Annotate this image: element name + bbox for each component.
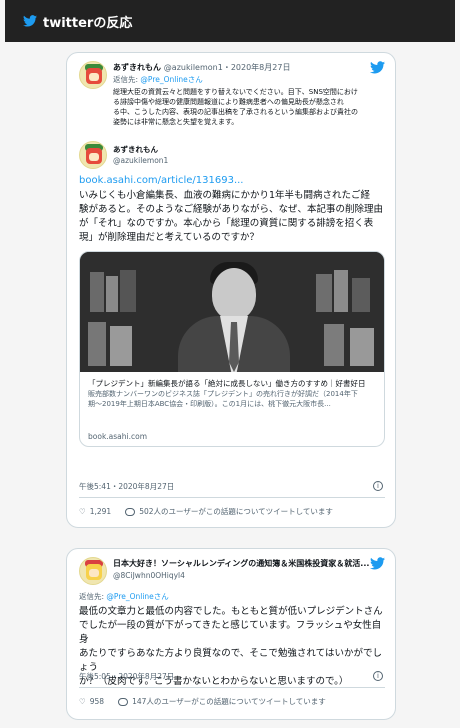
tweet-timestamp[interactable]: 午後5:41・2020年8月27日	[79, 481, 174, 492]
avatar[interactable]	[79, 141, 107, 169]
tweet-line: 最低の文章力と最低の内容でした。もともと質が低いプレジデントさん	[79, 606, 383, 617]
author-handle[interactable]: @azukilemon1	[113, 156, 168, 165]
card-image	[80, 252, 384, 372]
reply-to: 返信先: @Pre_Onlineさん	[113, 74, 203, 85]
reply-mention[interactable]: @Pre_Onlineさん	[140, 75, 202, 84]
quote-line: る誹謗中傷や総理の健康問題報道により難病患者への偏見助長が懸念され	[113, 98, 344, 106]
quote-line: る中、こうした内容、表現の記事出稿を了承されるという編集部および貴社の	[113, 108, 358, 116]
card-desc-line: 期〜2019年上期日本ABC協会・印刷版）。この1月には、桃下徹元大阪市長...	[88, 400, 331, 408]
tweet-line: 験があると。そのようなご経験がありながら、なぜ、本記事の削除理由	[79, 204, 384, 215]
conversation-link[interactable]: 502人のユーザーがこの話題についてツイートしています	[139, 506, 333, 517]
tweet-line: でしたが一段の質が下がってきたと感じています。フラッシュや女性自身	[79, 620, 382, 645]
avatar[interactable]	[79, 61, 107, 89]
heart-icon[interactable]: ♡	[79, 697, 86, 706]
divider	[79, 497, 385, 498]
tweet-line: が「それ」なのですか。本心から「総理の資質に関する誹謗を招く表	[79, 218, 374, 229]
card-domain: book.asahi.com	[88, 432, 148, 441]
section-title: twitterの反応	[43, 15, 133, 31]
tweet-card[interactable]: 日本大好き！ソーシャルレンディングの通知簿＆米国株投資家＆就活... @8CiJ…	[66, 548, 396, 720]
article-link[interactable]: book.asahi.com/article/131693...	[79, 175, 244, 186]
tweet-line: いみじくも小倉編集長、血液の難病にかかり1年半も闘病されたご経	[79, 190, 371, 201]
info-icon[interactable]: i	[373, 481, 383, 491]
author-handle[interactable]: @8CiJwhn0OHiqyl4	[113, 571, 185, 580]
author-name: あずきれもん	[113, 63, 161, 72]
author-handle-date: @azukilemon1・2020年8月27日	[163, 63, 291, 72]
reply-bubble-icon[interactable]	[118, 697, 129, 706]
card-title: 「プレジデント」新編集長が語る「絶対に成長しない」働き方のすすめ｜好書好日	[88, 379, 366, 388]
reply-prefix: 返信先:	[113, 75, 139, 84]
author-name[interactable]: あずきれもん	[113, 144, 158, 155]
parent-tweet-text: 総理大臣の資質云々と問題をすり替えないでください。目下、SNS空間におけ る誹謗…	[113, 87, 385, 127]
tweet-author[interactable]: あずきれもん @azukilemon1・2020年8月27日	[113, 62, 290, 73]
tweet-card[interactable]: あずきれもん @azukilemon1・2020年8月27日 返信先: @Pre…	[66, 52, 396, 528]
twitter-bird-icon[interactable]	[370, 61, 385, 74]
reply-bubble-icon[interactable]	[125, 507, 136, 516]
link-card[interactable]: 「プレジデント」新編集長が語る「絶対に成長しない」働き方のすすめ｜好書好日 販売…	[79, 251, 385, 447]
quote-line: 総理大臣の資質云々と問題をすり替えないでください。目下、SNS空間におけ	[113, 88, 358, 96]
heart-icon[interactable]: ♡	[79, 507, 86, 516]
tweet-timestamp[interactable]: 午後5:05・2020年8月27日	[79, 671, 174, 682]
info-icon[interactable]: i	[373, 671, 383, 681]
card-description: 販売部数ナンバーワンのビジネス誌「プレジデント」の売れ行きが好調だ（2014年下…	[88, 389, 380, 409]
card-desc-line: 販売部数ナンバーワンのビジネス誌「プレジデント」の売れ行きが好調だ（2014年下	[88, 390, 358, 398]
avatar[interactable]	[79, 557, 107, 585]
author-name[interactable]: 日本大好き！ソーシャルレンディングの通知簿＆米国株投資家＆就活...	[113, 558, 375, 569]
twitter-bird-icon[interactable]	[370, 557, 385, 570]
tweet-line: 現」が削除理由だと考えているのですか？	[79, 232, 260, 243]
reply-to: 返信先: @Pre_Onlineさん	[79, 591, 169, 602]
like-count: 1,291	[89, 507, 112, 516]
reply-mention[interactable]: @Pre_Onlineさん	[106, 592, 168, 601]
like-count: 958	[89, 697, 105, 706]
tweet-text: いみじくも小倉編集長、血液の難病にかかり1年半も闘病されたご経 験があると。その…	[79, 189, 385, 245]
tweet-actions: ♡ 958 147人のユーザーがこの話題についてツイートしています	[79, 696, 326, 707]
tweet-actions: ♡ 1,291 502人のユーザーがこの話題についてツイートしています	[79, 506, 333, 517]
divider	[79, 687, 385, 688]
reply-prefix: 返信先:	[79, 592, 105, 601]
conversation-link[interactable]: 147人のユーザーがこの話題についてツイートしています	[132, 696, 326, 707]
section-header: twitterの反応	[5, 0, 455, 42]
quote-line: 姿勢には非常に懸念と失望を覚えます。	[113, 118, 239, 126]
twitter-bird-icon	[23, 15, 37, 27]
